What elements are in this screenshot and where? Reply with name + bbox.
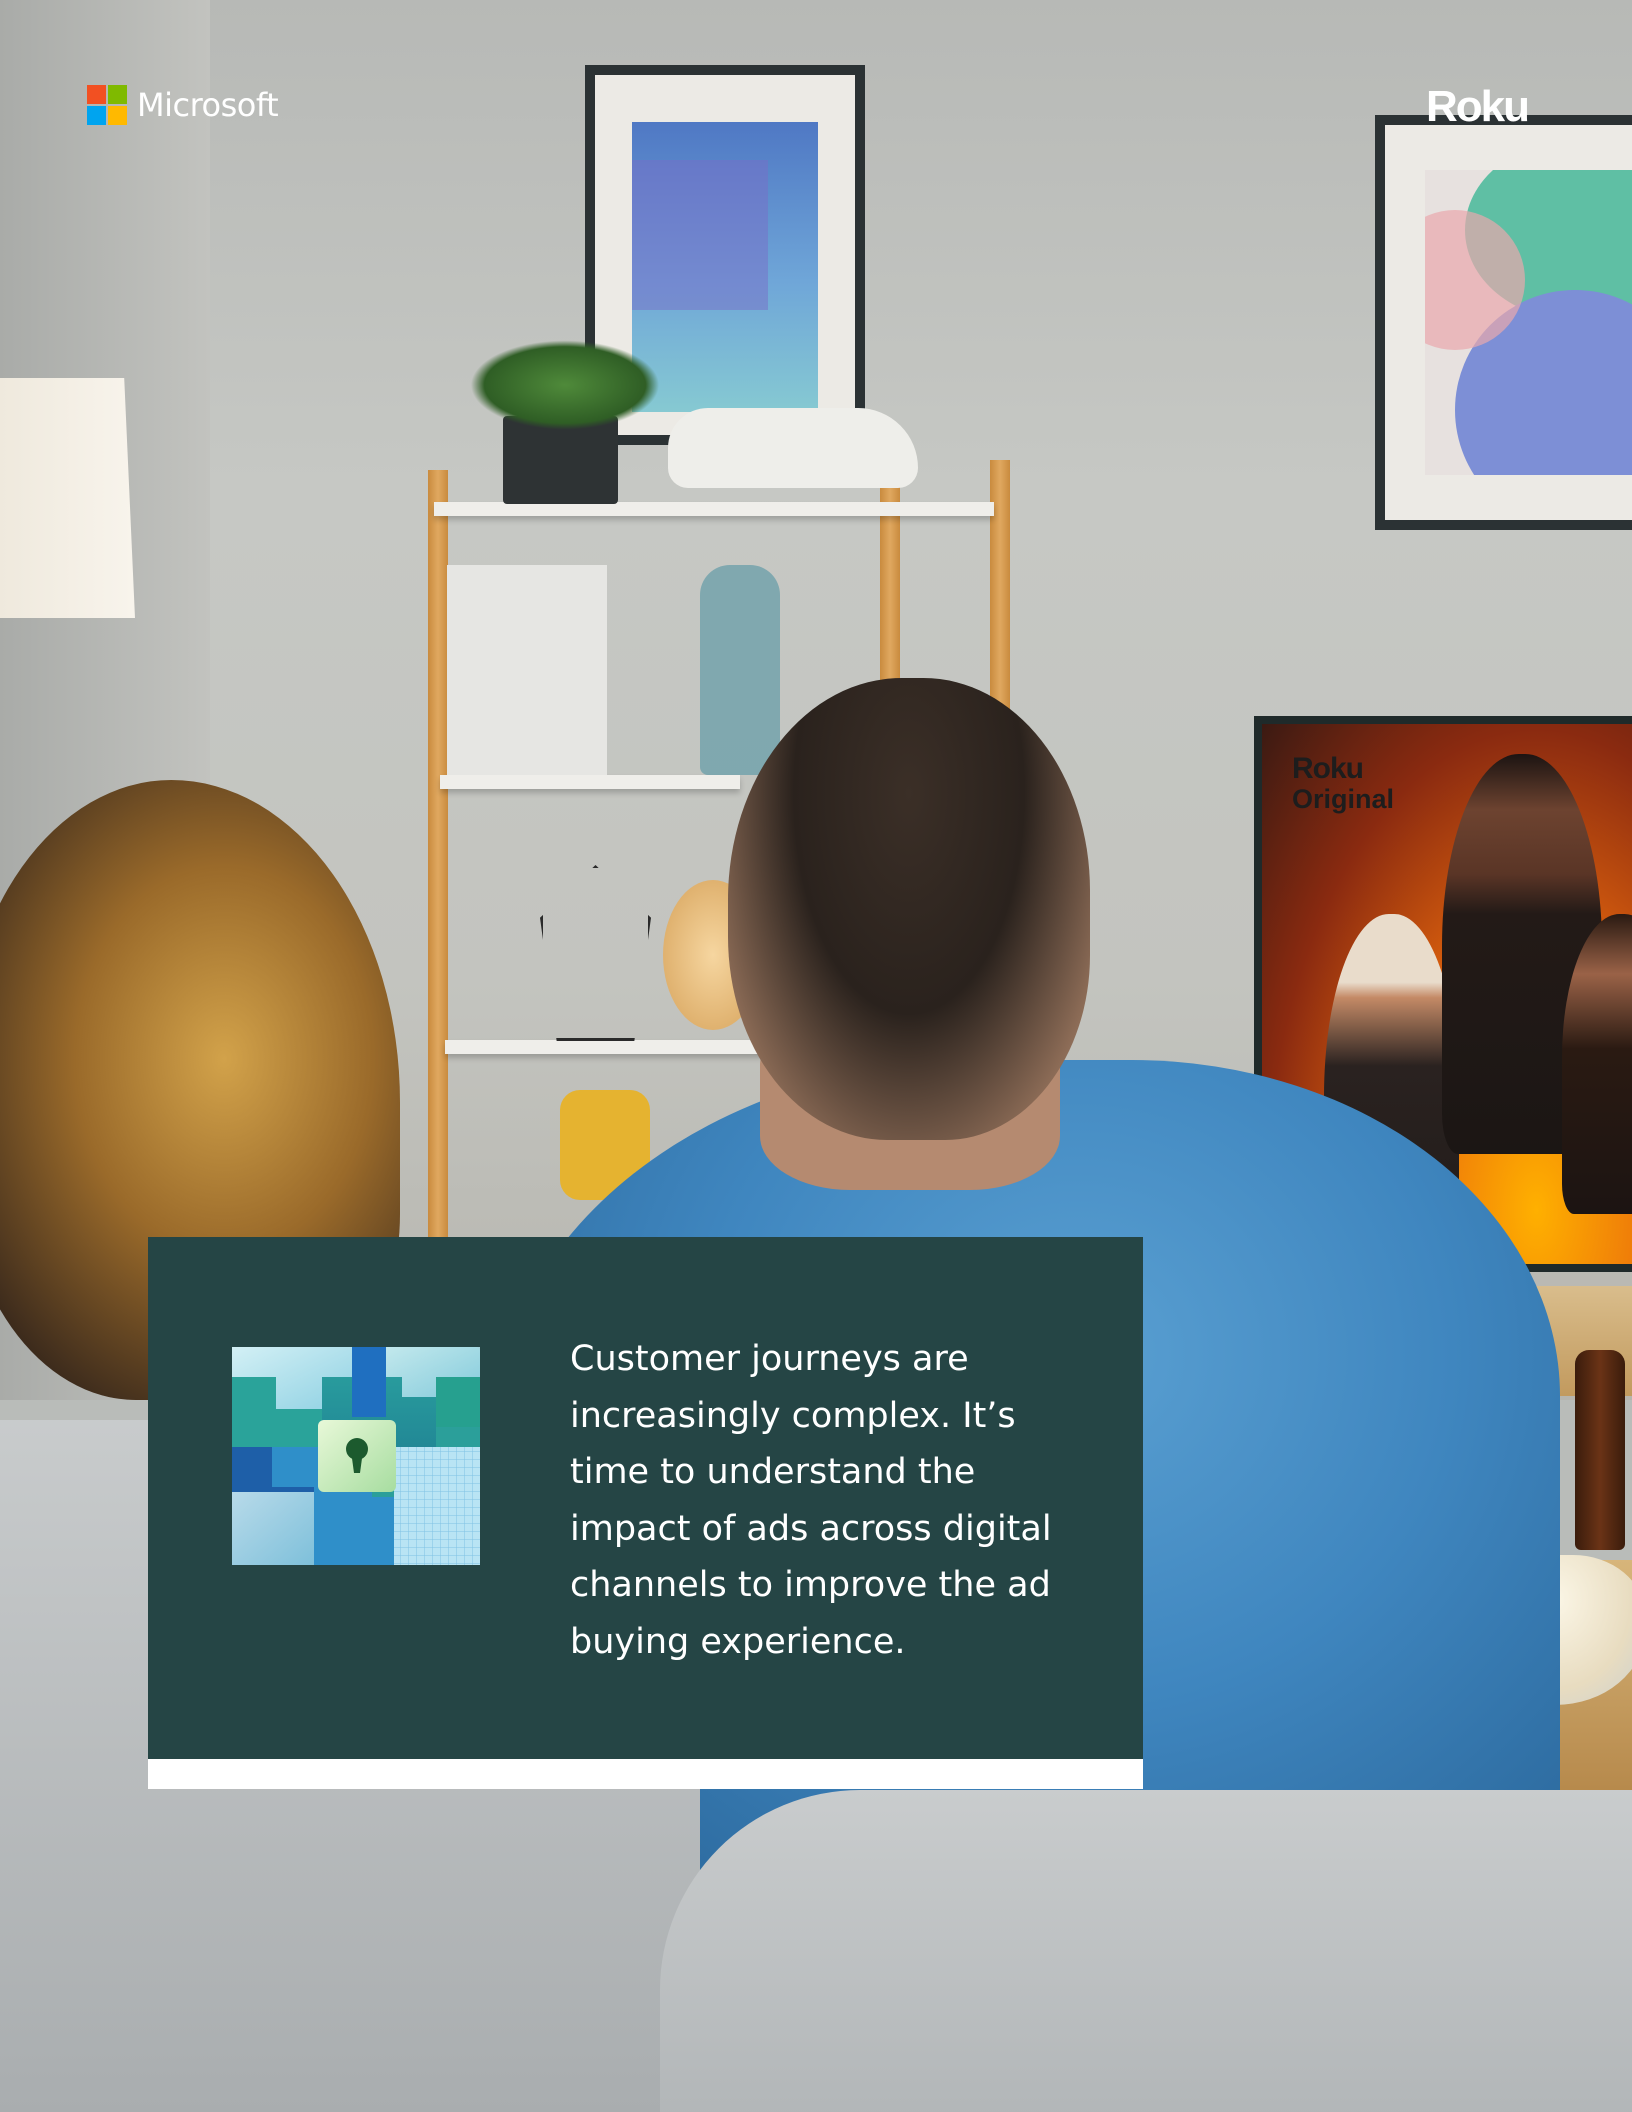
storage-box: [447, 565, 607, 775]
callout-panel: Customer journeys are increasingly compl…: [148, 1237, 1143, 1759]
lock-puzzle-icon: [232, 1347, 480, 1565]
beer-bottle: [1575, 1350, 1625, 1550]
roku-original-logo: Roku Original: [1292, 754, 1394, 813]
tv-logo-line1: Roku: [1292, 752, 1364, 785]
vase: [700, 565, 780, 775]
background-photo: Roku Original: [0, 0, 1632, 2112]
shelf-board: [445, 1040, 765, 1054]
callout-text: Customer journeys are increasingly compl…: [570, 1339, 1052, 1662]
shelf-post: [428, 470, 448, 1240]
microsoft-logo-text: Microsoft: [137, 86, 279, 124]
toy-car: [668, 408, 918, 488]
microsoft-logo-square: [108, 106, 127, 125]
man-head: [728, 678, 1090, 1140]
microsoft-logo-square: [87, 85, 106, 104]
callout-bottom-bar: [148, 1759, 1143, 1789]
microsoft-logo-square: [108, 85, 127, 104]
shelf-board: [440, 775, 740, 789]
couch-arm-right: [660, 1790, 1632, 2112]
plant-leaves: [470, 340, 660, 430]
shelf-post: [880, 460, 900, 700]
wall-art-frame-right: [1375, 115, 1632, 530]
microsoft-logo-square: [87, 106, 106, 125]
microsoft-logo: Microsoft: [87, 85, 279, 125]
shelf-board: [434, 502, 994, 516]
roku-logo: Roku: [1426, 82, 1530, 131]
lamp-shade: [0, 378, 135, 618]
microsoft-logo-icon: [87, 85, 127, 125]
tv-logo-line2: Original: [1292, 784, 1395, 814]
